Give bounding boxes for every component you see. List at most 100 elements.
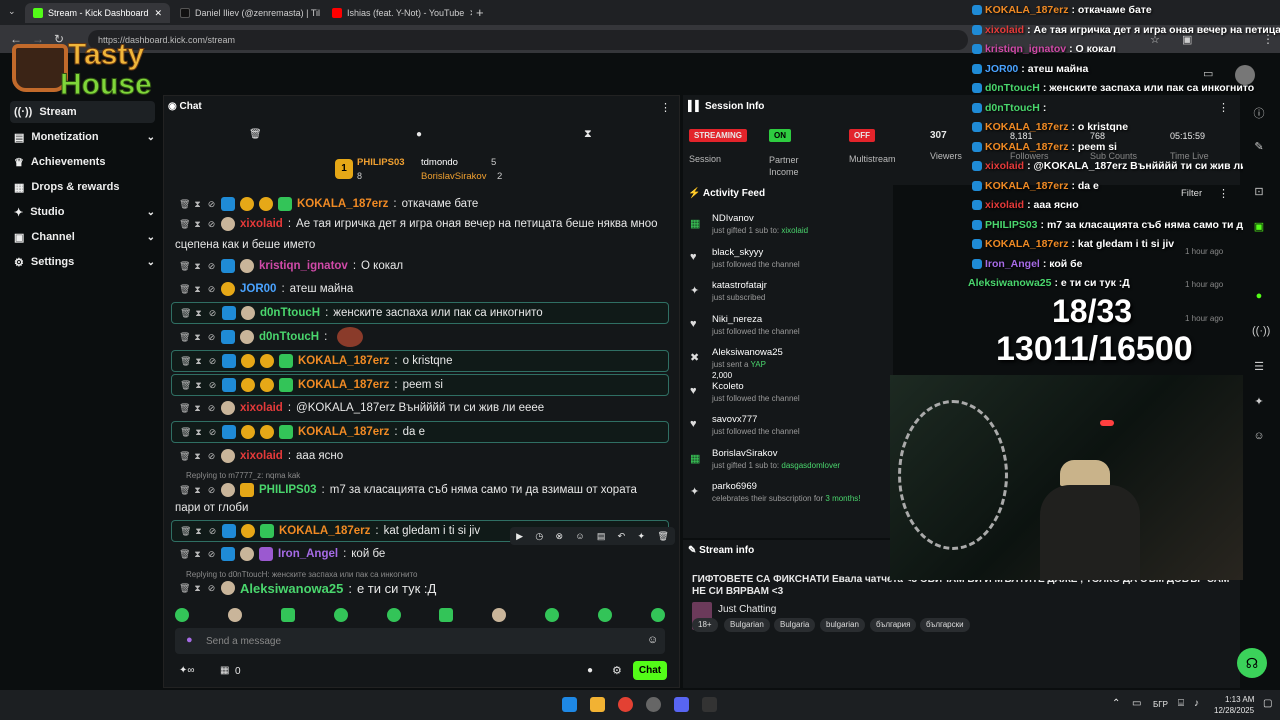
- green-tool-icon[interactable]: ▣: [1252, 220, 1266, 234]
- broadcast-icon[interactable]: ((·)): [1252, 325, 1270, 339]
- timeout-icon[interactable]: ⧗: [194, 427, 203, 438]
- activity-username[interactable]: Kcoleto: [712, 381, 744, 392]
- chat-message[interactable]: 🗑 ⧗ ⊘ xixolaid: ааа ясно: [171, 445, 669, 467]
- chat-message[interactable]: 🗑 ⧗ ⊘ d0nTtoucH: женските заспаха или пак са…: [171, 302, 669, 324]
- notification-icon[interactable]: ▢: [1263, 698, 1272, 709]
- timeout-icon[interactable]: ⧗: [193, 332, 202, 343]
- activity-item[interactable]: ♥ Kcoleto just followed the channel: [690, 381, 890, 413]
- ban-icon[interactable]: ⊘: [207, 403, 216, 414]
- delete-icon[interactable]: 🗑: [179, 403, 190, 414]
- timeout-icon[interactable]: ⧗: [194, 526, 203, 537]
- ban-icon[interactable]: ⊘: [207, 199, 216, 210]
- chat-username[interactable]: PHILIPS03: [259, 484, 317, 496]
- delete-icon[interactable]: 🗑: [179, 485, 190, 496]
- delete-icon[interactable]: 🗑: [180, 526, 191, 537]
- clock-date[interactable]: 12/28/2025: [1214, 706, 1254, 715]
- mute-icon[interactable]: ⊗: [556, 531, 564, 542]
- ban-icon[interactable]: ⊘: [208, 308, 217, 319]
- pin-icon[interactable]: ✦: [1252, 395, 1266, 409]
- sidebar-item-drops[interactable]: ▦ Drops & rewards: [10, 176, 155, 198]
- ban-icon[interactable]: ⊘: [208, 427, 217, 438]
- delete-icon[interactable]: 🗑: [180, 380, 191, 391]
- chat-message[interactable]: 🗑 ⧗ ⊘ KOKALA_187erz: da e: [171, 421, 669, 443]
- chat-username[interactable]: KOKALA_187erz: [298, 426, 389, 438]
- chat-message[interactable]: 🗑 ⧗ ⊘ Iron_Angel: кой бе: [171, 543, 669, 565]
- tray-chevron-icon[interactable]: ⌃: [1112, 698, 1120, 709]
- undo-icon[interactable]: ↶: [618, 531, 626, 542]
- edit-icon[interactable]: ✎: [1252, 140, 1266, 154]
- activity-username[interactable]: parko6969: [712, 481, 757, 492]
- chat-message[interactable]: 🗑 ⧗ ⊘ JOR00: атеш майна: [171, 278, 669, 300]
- chat-message[interactable]: 🗑 ⧗ ⊘ KOKALA_187erz: откачаме бате: [171, 193, 669, 215]
- chat-username[interactable]: d0nTtoucH: [260, 307, 320, 319]
- emote-icon[interactable]: [492, 608, 507, 622]
- sidebar-item-channel[interactable]: ▣ Channel ⌄: [10, 226, 155, 248]
- timeout-icon[interactable]: ⧗: [194, 356, 203, 367]
- hourglass-icon[interactable]: ⧗: [584, 128, 592, 141]
- delete-icon[interactable]: 🗑: [179, 219, 190, 230]
- activity-item[interactable]: ♥ savovx777 just followed the channel: [690, 414, 890, 446]
- emote-icon[interactable]: [598, 608, 612, 622]
- emote-icon[interactable]: [650, 608, 665, 622]
- chat-username[interactable]: KOKALA_187erz: [298, 355, 389, 367]
- emote-icon[interactable]: [227, 608, 242, 622]
- trash-icon[interactable]: 🗑: [249, 129, 262, 140]
- activity-item[interactable]: ✖ Aleksiwanowa25 just sent a YAP 2,000: [690, 347, 890, 380]
- clock-time[interactable]: 1:13 AM: [1225, 695, 1254, 704]
- chat-message[interactable]: 🗑 ⧗ ⊘ PHILIPS03: m7 за класацията съб няма…: [171, 479, 669, 501]
- play-icon[interactable]: ▶: [516, 531, 523, 542]
- capture-icon[interactable]: ⊡: [1252, 185, 1266, 199]
- activity-username[interactable]: katastrofatajr: [712, 280, 767, 291]
- emote-icon[interactable]: [280, 608, 295, 622]
- session-menu-icon[interactable]: ⋮: [1218, 101, 1229, 114]
- activity-username[interactable]: black_skyyy: [712, 247, 763, 258]
- gift-icon[interactable]: ▦: [220, 665, 229, 676]
- activity-username[interactable]: Aleksiwanowa25: [712, 347, 783, 358]
- ban-icon[interactable]: ⊘: [208, 356, 217, 367]
- app-icon[interactable]: [646, 697, 661, 712]
- chat-message[interactable]: 🗑 ⧗ ⊘ Aleksiwanowa25: е ти си тук :Д: [171, 577, 669, 599]
- activity-username[interactable]: Niki_nereza: [712, 314, 762, 325]
- chat-bubble-icon[interactable]: ●: [416, 129, 422, 140]
- chat-username[interactable]: Aleksiwanowa25: [240, 581, 343, 596]
- support-button[interactable]: ☊: [1237, 648, 1267, 678]
- chat-message[interactable]: 🗑 ⧗ ⊘ kristiqn_ignatov: О кокал: [171, 255, 669, 277]
- emote-icon[interactable]: [545, 608, 560, 622]
- chat-message[interactable]: 🗑 ⧗ ⊘ xixolaid: Ае тая игричка дет я игра он…: [171, 213, 669, 235]
- activity-menu-icon[interactable]: ⋮: [1218, 187, 1229, 200]
- tag-pill[interactable]: Bulgaria: [774, 618, 816, 632]
- chat-message[interactable]: 🗑 ⧗ ⊘ xixolaid: @KOKALA_187erz Вънйййй ти си…: [171, 397, 669, 419]
- delete-icon[interactable]: 🗑: [179, 261, 190, 272]
- tag-pill[interactable]: 18+: [692, 618, 718, 632]
- timeout-icon[interactable]: ⧗: [193, 284, 202, 295]
- delete-icon[interactable]: 🗑: [179, 451, 190, 462]
- chat-username[interactable]: xixolaid: [240, 402, 283, 414]
- activity-username[interactable]: BorislavSirakov: [712, 448, 777, 459]
- windows-start-icon[interactable]: [562, 697, 577, 712]
- ban-icon[interactable]: ⊘: [207, 284, 216, 295]
- delete-icon[interactable]: 🗑: [180, 356, 191, 367]
- activity-item[interactable]: ✦ katastrofatajr just subscribed 1 hour ago: [690, 280, 1223, 312]
- tray-icon[interactable]: ▭: [1132, 698, 1141, 709]
- language-indicator[interactable]: БГР: [1153, 700, 1168, 709]
- delete-icon[interactable]: 🗑: [179, 284, 190, 295]
- chat-username[interactable]: KOKALA_187erz: [297, 198, 388, 210]
- send-chat-button[interactable]: Chat: [633, 661, 667, 680]
- microphone-icon[interactable]: ●: [186, 634, 193, 646]
- emote-icon[interactable]: [175, 608, 189, 622]
- activity-item[interactable]: ▦ NDIvanov just gifted 1 sub to: xixolaid: [690, 213, 890, 245]
- emote-icon[interactable]: [333, 608, 348, 622]
- chat-username[interactable]: d0nTtoucH: [259, 331, 319, 343]
- points-icon[interactable]: ✦∞: [179, 665, 195, 676]
- timeout-icon[interactable]: ⧗: [193, 451, 202, 462]
- emote-icon[interactable]: [439, 608, 454, 622]
- chat-message[interactable]: 🗑 ⧗ ⊘ KOKALA_187erz: o kristqne: [171, 350, 669, 372]
- tag-pill[interactable]: български: [920, 618, 970, 632]
- ban-icon[interactable]: ⊘: [207, 332, 216, 343]
- ban-icon[interactable]: ⊘: [208, 380, 217, 391]
- delete-icon[interactable]: 🗑: [179, 332, 190, 343]
- close-icon[interactable]: ✕: [469, 8, 472, 19]
- tag-pill[interactable]: bulgarian: [820, 618, 865, 632]
- delete-icon[interactable]: 🗑: [180, 427, 191, 438]
- activity-item[interactable]: ♥ Niki_nereza just followed the channel 1 h…: [690, 314, 1223, 346]
